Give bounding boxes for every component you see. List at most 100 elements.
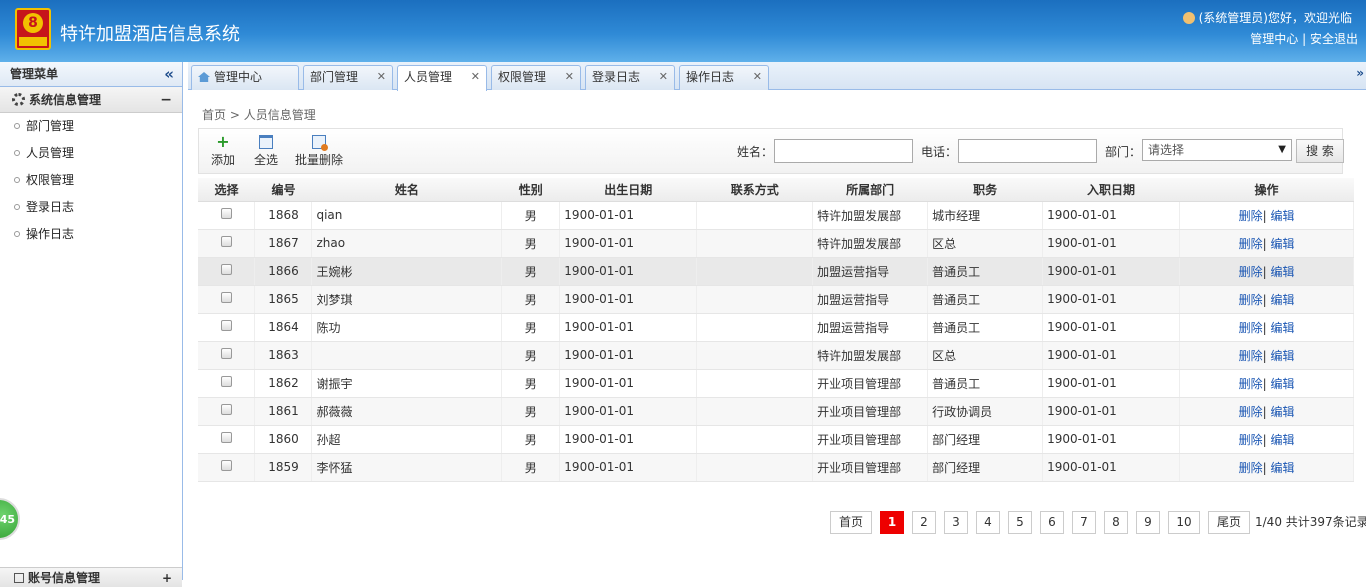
tab-operation-log[interactable]: 操作日志 ✕ [679,65,769,90]
admin-center-link[interactable]: 管理中心 [1250,32,1298,46]
sidebar-item-personnel[interactable]: 人员管理 [0,140,182,167]
delete-link[interactable]: 删除 [1239,237,1263,251]
row-checkbox[interactable] [220,376,232,387]
delete-link[interactable]: 删除 [1239,377,1263,391]
box-icon [14,573,24,583]
edit-link[interactable]: 编辑 [1270,321,1294,335]
section-collapse-toggle[interactable]: − [160,87,172,113]
row-checkbox[interactable] [220,264,232,275]
row-checkbox[interactable] [220,292,232,303]
edit-link[interactable]: 编辑 [1270,377,1294,391]
cell-control: 删除| 编辑 [1179,257,1354,286]
tab-login-log[interactable]: 登录日志 ✕ [585,65,675,90]
row-checkbox[interactable] [220,208,232,219]
cell-gender: 男 [501,201,561,230]
logout-link[interactable]: 安全退出 [1310,32,1358,46]
close-icon[interactable]: ✕ [471,66,480,88]
delete-link[interactable]: 删除 [1239,209,1263,223]
close-icon[interactable]: ✕ [753,66,762,88]
edit-link[interactable]: 编辑 [1270,237,1294,251]
cell-title: 区总 [927,341,1044,370]
cell-contact [696,201,814,230]
cell-dept: 加盟运营指导 [812,313,929,342]
add-button[interactable]: + 添加 [211,132,235,168]
close-icon[interactable]: ✕ [565,66,574,88]
page-button-9[interactable]: 9 [1136,511,1160,534]
edit-link[interactable]: 编辑 [1270,265,1294,279]
page-button-5[interactable]: 5 [1008,511,1032,534]
table-row: 1868 qian 男 1900-01-01 特许加盟发展部 城市经理 1900-01-01… [198,201,1354,230]
breadcrumb-home[interactable]: 首页 [202,108,226,122]
edit-link[interactable]: 编辑 [1270,293,1294,307]
page-button-3[interactable]: 3 [944,511,968,534]
edit-link[interactable]: 编辑 [1270,349,1294,363]
page-info: 1/40 共计397条记录 [1255,515,1366,529]
close-icon[interactable]: ✕ [377,66,386,88]
page-button-1[interactable]: 1 [880,511,904,534]
cell-control: 删除| 编辑 [1179,229,1354,258]
sidebar-item-operation-log[interactable]: 操作日志 [0,221,182,248]
dept-select[interactable]: 请选择 ▼ [1142,139,1292,161]
tab-departments[interactable]: 部门管理 ✕ [303,65,393,90]
chevron-down-icon[interactable]: » [1356,66,1364,80]
search-button[interactable]: 搜 索 [1296,139,1344,163]
delete-link[interactable]: 删除 [1239,293,1263,307]
last-page-button[interactable]: 尾页 [1208,511,1250,534]
edit-link[interactable]: 编辑 [1270,405,1294,419]
edit-link[interactable]: 编辑 [1270,209,1294,223]
page-button-7[interactable]: 7 [1072,511,1096,534]
page-button-4[interactable]: 4 [976,511,1000,534]
tab-personnel[interactable]: 人员管理 ✕ [397,65,487,91]
tab-bar: 管理中心 部门管理 ✕ 人员管理 ✕ 权限管理 ✕ 登录日志 ✕ 操作日志 ✕ » [188,62,1366,91]
delete-link[interactable]: 删除 [1239,265,1263,279]
logo-number: 8 [23,13,43,33]
select-all-button[interactable]: 全选 [254,135,278,168]
page-button-6[interactable]: 6 [1040,511,1064,534]
delete-link[interactable]: 删除 [1239,349,1263,363]
delete-link[interactable]: 删除 [1239,461,1263,475]
row-checkbox[interactable] [220,432,232,443]
plus-icon: + [216,132,230,151]
cell-id: 1866 [254,257,313,286]
delete-link[interactable]: 删除 [1239,433,1263,447]
cell-control: 删除| 编辑 [1179,453,1354,482]
batch-delete-button[interactable]: 批量删除 [295,135,343,168]
delete-link[interactable]: 删除 [1239,405,1263,419]
sidebar-section-account[interactable]: 账号信息管理 + [0,567,182,587]
row-checkbox[interactable] [220,320,232,331]
collapse-sidebar-icon[interactable]: « [164,62,174,87]
cell-join: 1900-01-01 [1042,369,1181,398]
tab-permissions[interactable]: 权限管理 ✕ [491,65,581,90]
sidebar-item-departments[interactable]: 部门管理 [0,113,182,140]
close-icon[interactable]: ✕ [659,66,668,88]
cell-birth: 1900-01-01 [559,313,698,342]
breadcrumb: 首页 > 人员信息管理 [202,108,316,122]
sidebar-section-system[interactable]: 系统信息管理 − [0,87,182,113]
section-expand-toggle[interactable]: + [162,568,172,588]
cell-control: 删除| 编辑 [1179,369,1354,398]
cell-birth: 1900-01-01 [559,201,698,230]
cell-birth: 1900-01-01 [559,257,698,286]
edit-link[interactable]: 编辑 [1270,461,1294,475]
tab-admin-center[interactable]: 管理中心 [191,65,299,90]
row-checkbox[interactable] [220,236,232,247]
cell-title: 部门经理 [927,453,1044,482]
edit-link[interactable]: 编辑 [1270,433,1294,447]
delete-link[interactable]: 删除 [1239,321,1263,335]
row-checkbox[interactable] [220,404,232,415]
sidebar-item-login-log[interactable]: 登录日志 [0,194,182,221]
col-name: 姓名 [311,178,502,202]
cell-gender: 男 [501,341,561,370]
row-checkbox[interactable] [220,460,232,471]
name-input[interactable] [774,139,913,163]
phone-input[interactable] [958,139,1097,163]
cell-gender: 男 [501,425,561,454]
sidebar-item-permissions[interactable]: 权限管理 [0,167,182,194]
row-checkbox[interactable] [220,348,232,359]
page-button-8[interactable]: 8 [1104,511,1128,534]
phone-label: 电话： [921,145,958,159]
page-button-10[interactable]: 10 [1168,511,1200,534]
page-button-2[interactable]: 2 [912,511,936,534]
home-icon [198,72,210,82]
first-page-button[interactable]: 首页 [830,511,872,534]
